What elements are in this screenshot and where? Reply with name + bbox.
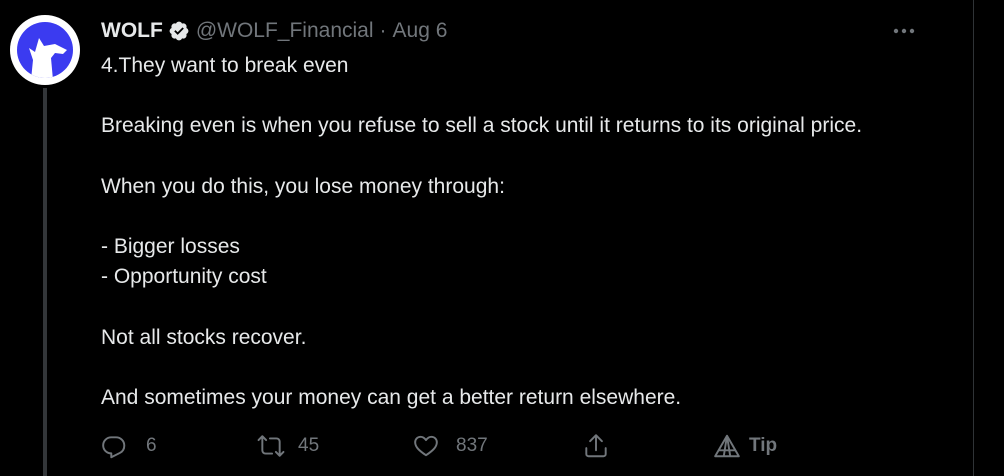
body-blank-line: [101, 81, 961, 111]
retweet-icon: [256, 433, 286, 459]
like-count: 837: [456, 435, 488, 456]
author-handle[interactable]: @WOLF_Financial: [196, 19, 374, 43]
avatar[interactable]: [10, 15, 80, 85]
body-line: - Opportunity cost: [101, 265, 267, 289]
tweet-actions: 6 45 837 Tip: [101, 431, 961, 461]
more-options-icon[interactable]: [890, 20, 918, 42]
retweet-count: 45: [298, 435, 320, 456]
tweet-date[interactable]: Aug 6: [393, 19, 448, 43]
share-icon: [583, 432, 609, 460]
like-button[interactable]: 837: [412, 431, 488, 461]
share-button[interactable]: [583, 431, 609, 461]
tweet-body: 4.They want to break even Breaking even …: [101, 51, 961, 413]
body-blank-line: [101, 293, 961, 323]
separator-dot: ·: [379, 19, 387, 42]
tip-button[interactable]: Tip: [713, 431, 777, 461]
retweet-button[interactable]: 45: [256, 431, 319, 461]
reply-count: 6: [146, 435, 157, 456]
heart-icon: [412, 433, 440, 459]
tip-label: Tip: [749, 435, 778, 456]
body-line: Not all stocks recover.: [101, 325, 307, 349]
tip-icon: [713, 433, 741, 459]
wolf-logo-icon: [17, 22, 73, 78]
body-blank-line: [101, 202, 961, 232]
column-divider: [973, 0, 974, 476]
body-line: - Bigger losses: [101, 235, 240, 259]
tweet-header: WOLF @WOLF_Financial · Aug 6: [101, 17, 447, 45]
reply-button[interactable]: 6: [101, 431, 157, 461]
reply-icon: [101, 433, 127, 459]
body-blank-line: [101, 142, 961, 172]
author-display-name[interactable]: WOLF: [101, 19, 163, 43]
verified-badge-icon: [168, 20, 190, 42]
body-line: When you do this, you lose money through…: [101, 174, 505, 198]
body-blank-line: [101, 353, 961, 383]
thread-line: [43, 88, 47, 476]
body-line: 4.They want to break even: [101, 54, 349, 77]
body-line: Breaking even is when you refuse to sell…: [101, 114, 863, 138]
body-line: And sometimes your money can get a bette…: [101, 386, 682, 410]
